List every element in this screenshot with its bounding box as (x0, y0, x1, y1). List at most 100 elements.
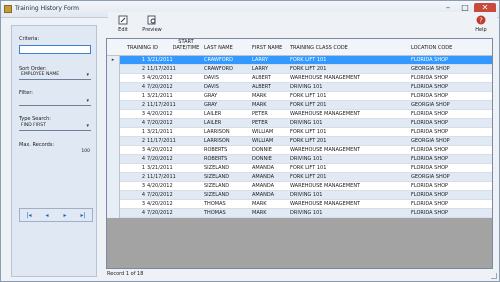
table-row[interactable]: 4 7/20/2012 SIZELAND AMANDA DRIVING 101 FLORI… (107, 191, 492, 200)
row-selector[interactable] (107, 74, 120, 83)
table-row[interactable]: 4 7/20/2012 THOMAS MARK DRIVING 101 FLORIDA S… (107, 209, 492, 218)
cell-first-name: PETER (252, 120, 268, 126)
cell-first-name: DONNIE (252, 156, 272, 162)
cell-start-date: 11/17/2011 (147, 102, 176, 108)
cell-location-code: FLORIDA SHOP (411, 120, 449, 126)
cell-class-code: WAREHOUSE MANAGEMENT (290, 147, 361, 153)
row-selector[interactable] (107, 155, 120, 164)
cell-location-code: FLORIDA SHOP (411, 201, 449, 207)
previous-record-icon[interactable]: ◂ (42, 211, 52, 220)
cell-start-date: 7/20/2012 (147, 120, 173, 126)
row-selector[interactable] (107, 128, 120, 137)
toolbar: Edit Preview ? Help (108, 12, 497, 38)
row-selector[interactable] (107, 191, 120, 200)
table-row[interactable]: 3 4/20/2012 LAILER PETER WAREHOUSE MANAGEMEN… (107, 110, 492, 119)
help-button[interactable]: ? Help (468, 15, 494, 37)
cell-location-code: FLORIDA SHOP (411, 75, 449, 81)
table-row[interactable]: 3 4/20/2012 SIZELAND AMANDA WAREHOUSE MANAGE… (107, 182, 492, 191)
cell-class-code: WAREHOUSE MANAGEMENT (290, 201, 361, 207)
row-selector[interactable] (107, 182, 120, 191)
table-row[interactable]: 3 4/20/2012 ROBERTS DONNIE WAREHOUSE MANAGEM… (107, 146, 492, 155)
table-row[interactable]: 1 3/21/2011 GRAY MARK FORK LIFT 101 FLORIDA S… (107, 92, 492, 101)
cell-location-code: FLORIDA SHOP (411, 129, 449, 135)
column-header[interactable]: LAST NAME (204, 45, 233, 52)
last-record-icon[interactable]: ▸| (78, 211, 88, 220)
first-record-icon[interactable]: |◂ (24, 211, 34, 220)
row-selector[interactable] (107, 65, 120, 74)
row-selector[interactable] (107, 209, 120, 218)
column-header[interactable]: FIRST NAME (252, 45, 282, 52)
record-navigator: |◂ ◂ ▸ ▸| (19, 208, 93, 222)
cell-training-id: 2 (141, 174, 145, 180)
table-row[interactable]: 2 11/17/2011 CRAWFORD LARRY FORK LIFT 201 GEO… (107, 65, 492, 74)
table-row[interactable]: 3 4/20/2012 THOMAS MARK WAREHOUSE MANAGEMENT… (107, 200, 492, 209)
cell-last-name: GRAY (204, 93, 218, 99)
row-selector[interactable] (107, 164, 120, 173)
table-row[interactable]: 1 3/21/2011 LARRISON WILLIAM FORK LIFT 101 FL… (107, 128, 492, 137)
column-header[interactable]: LOCATION CODE (411, 45, 452, 52)
column-header[interactable]: START DATE/TIME (171, 39, 201, 51)
next-record-icon[interactable]: ▸ (60, 211, 70, 220)
row-selector[interactable] (107, 101, 120, 110)
cell-first-name: WILLIAM (252, 138, 274, 144)
row-selector[interactable] (107, 173, 120, 182)
table-row[interactable]: 2 11/17/2011 LARRISON WILLIAM FORK LIFT 201 G… (107, 137, 492, 146)
training-grid[interactable]: TRAINING ID START DATE/TIME LAST NAME FI… (106, 38, 493, 269)
type-search-underline (19, 130, 91, 131)
help-icon: ? (476, 15, 486, 25)
criteria-input[interactable] (19, 45, 91, 54)
row-selector[interactable] (107, 200, 120, 209)
table-row[interactable]: 1 3/21/2011 SIZELAND AMANDA FORK LIFT 101 FLO… (107, 164, 492, 173)
cell-first-name: MARK (252, 201, 267, 207)
cell-location-code: FLORIDA SHOP (411, 111, 449, 117)
cell-start-date: 3/21/2011 (147, 165, 173, 171)
cell-class-code: DRIVING 101 (290, 120, 323, 126)
cell-class-code: DRIVING 101 (290, 84, 323, 90)
row-selector[interactable] (107, 137, 120, 146)
cell-first-name: AMANDA (252, 165, 275, 171)
row-selector[interactable] (107, 146, 120, 155)
edit-label: Edit (118, 27, 128, 33)
cell-training-id: 1 (141, 93, 145, 99)
cell-start-date: 4/20/2012 (147, 147, 173, 153)
edit-button[interactable]: Edit (110, 15, 136, 37)
cell-last-name: DAVIS (204, 75, 219, 81)
table-row[interactable]: 4 7/20/2012 LAILER PETER DRIVING 101 FLORIDA … (107, 119, 492, 128)
cell-last-name: ROBERTS (204, 156, 228, 162)
table-row[interactable]: 2 11/17/2011 SIZELAND AMANDA FORK LIFT 201 GE… (107, 173, 492, 182)
edit-icon (118, 15, 128, 25)
row-selector[interactable] (107, 92, 120, 101)
svg-text:?: ? (479, 17, 483, 25)
cell-last-name: LARRISON (204, 138, 230, 144)
window-title: Training History Form (15, 5, 79, 12)
row-selector[interactable]: ▸ (107, 56, 120, 65)
column-header[interactable]: TRAINING ID (127, 45, 158, 52)
cell-start-date: 11/17/2011 (147, 138, 176, 144)
row-selector[interactable] (107, 83, 120, 92)
table-row[interactable]: 4 7/20/2012 DAVIS ALBERT DRIVING 101 FLORIDA … (107, 83, 492, 92)
cell-class-code: DRIVING 101 (290, 192, 323, 198)
cell-location-code: FLORIDA SHOP (411, 210, 449, 216)
resize-grip[interactable] (491, 273, 497, 279)
max-records-input[interactable]: 100 (19, 148, 91, 157)
row-selector[interactable] (107, 119, 120, 128)
cell-last-name: THOMAS (204, 201, 226, 207)
preview-icon (147, 15, 156, 25)
cell-first-name: MARK (252, 210, 267, 216)
preview-button[interactable]: Preview (138, 15, 166, 37)
table-row[interactable]: 2 11/17/2011 GRAY MARK FORK LIFT 201 GEORGIA … (107, 101, 492, 110)
cell-training-id: 4 (141, 210, 145, 216)
cell-start-date: 7/20/2012 (147, 156, 173, 162)
status-text: Record 1 of 18 (107, 271, 144, 277)
table-row[interactable]: 3 4/20/2012 DAVIS ALBERT WAREHOUSE MANAGEMEN… (107, 74, 492, 83)
table-row[interactable]: ▸ 1 3/21/2011 CRAWFORD LARRY FORK LIFT 101 FLO… (107, 56, 492, 65)
cell-start-date: 4/20/2012 (147, 201, 173, 207)
cell-training-id: 4 (141, 156, 145, 162)
row-selector[interactable] (107, 110, 120, 119)
sort-order-value: EMPLOYEE NAME (21, 72, 60, 77)
table-row[interactable]: 4 7/20/2012 ROBERTS DONNIE DRIVING 101 FLORID… (107, 155, 492, 164)
cell-start-date: 3/21/2011 (147, 57, 173, 63)
cell-training-id: 3 (141, 75, 145, 81)
cell-start-date: 7/20/2012 (147, 192, 173, 198)
column-header[interactable]: TRAINING CLASS CODE (290, 45, 348, 52)
